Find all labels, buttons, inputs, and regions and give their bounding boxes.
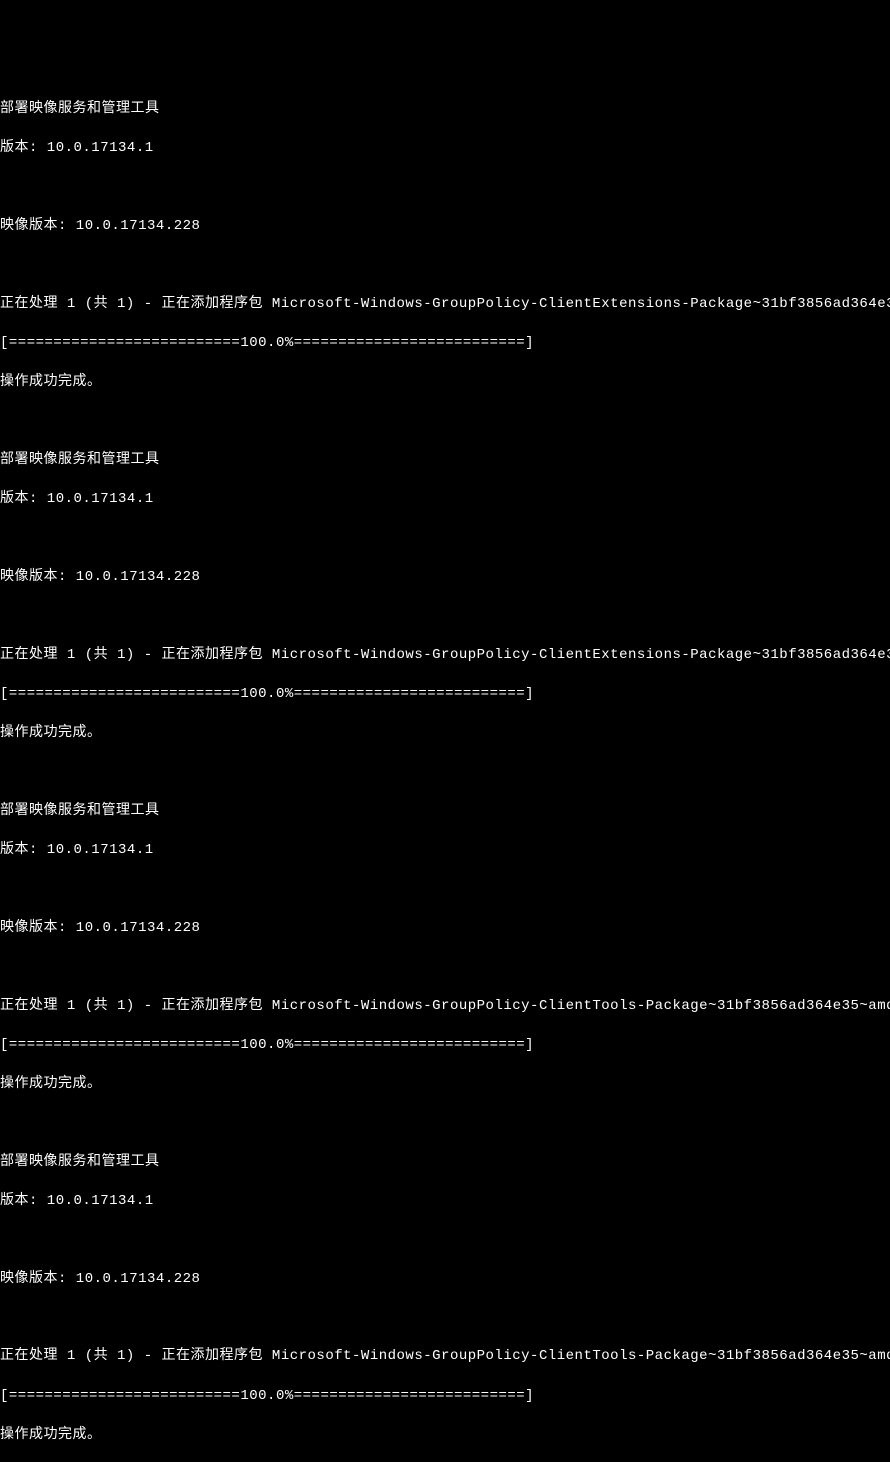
processing-line: 正在处理 1 (共 1) - 正在添加程序包 Microsoft-Windows… <box>0 295 890 315</box>
tool-version: 版本: 10.0.17134.1 <box>0 139 890 159</box>
deploy-header: 部署映像服务和管理工具 <box>0 451 890 471</box>
deploy-header: 部署映像服务和管理工具 <box>0 802 890 822</box>
progress-bar: [==========================100.0%=======… <box>0 334 890 354</box>
blank-line <box>0 256 890 275</box>
tool-version: 版本: 10.0.17134.1 <box>0 841 890 861</box>
progress-bar: [==========================100.0%=======… <box>0 1387 890 1407</box>
progress-bar: [==========================100.0%=======… <box>0 685 890 705</box>
success-msg: 操作成功完成。 <box>0 1426 890 1446</box>
image-version: 映像版本: 10.0.17134.228 <box>0 568 890 588</box>
blank-line <box>0 880 890 899</box>
blank-line <box>0 607 890 626</box>
image-version: 映像版本: 10.0.17134.228 <box>0 919 890 939</box>
processing-line: 正在处理 1 (共 1) - 正在添加程序包 Microsoft-Windows… <box>0 646 890 666</box>
success-msg: 操作成功完成。 <box>0 724 890 744</box>
processing-line: 正在处理 1 (共 1) - 正在添加程序包 Microsoft-Windows… <box>0 1347 890 1367</box>
image-version: 映像版本: 10.0.17134.228 <box>0 217 890 237</box>
blank-line <box>0 1309 890 1328</box>
blank-line <box>0 178 890 197</box>
blank-line <box>0 958 890 977</box>
blank-line <box>0 412 890 431</box>
success-msg: 操作成功完成。 <box>0 1075 890 1095</box>
image-version: 映像版本: 10.0.17134.228 <box>0 1270 890 1290</box>
deploy-header: 部署映像服务和管理工具 <box>0 1153 890 1173</box>
blank-line <box>0 529 890 548</box>
tool-version: 版本: 10.0.17134.1 <box>0 490 890 510</box>
progress-bar: [==========================100.0%=======… <box>0 1036 890 1056</box>
blank-line <box>0 1231 890 1250</box>
success-msg: 操作成功完成。 <box>0 373 890 393</box>
terminal-output: 部署映像服务和管理工具 版本: 10.0.17134.1 映像版本: 10.0.… <box>0 80 890 1462</box>
blank-line <box>0 1114 890 1133</box>
deploy-header: 部署映像服务和管理工具 <box>0 100 890 120</box>
blank-line <box>0 763 890 782</box>
processing-line: 正在处理 1 (共 1) - 正在添加程序包 Microsoft-Windows… <box>0 997 890 1017</box>
tool-version: 版本: 10.0.17134.1 <box>0 1192 890 1212</box>
